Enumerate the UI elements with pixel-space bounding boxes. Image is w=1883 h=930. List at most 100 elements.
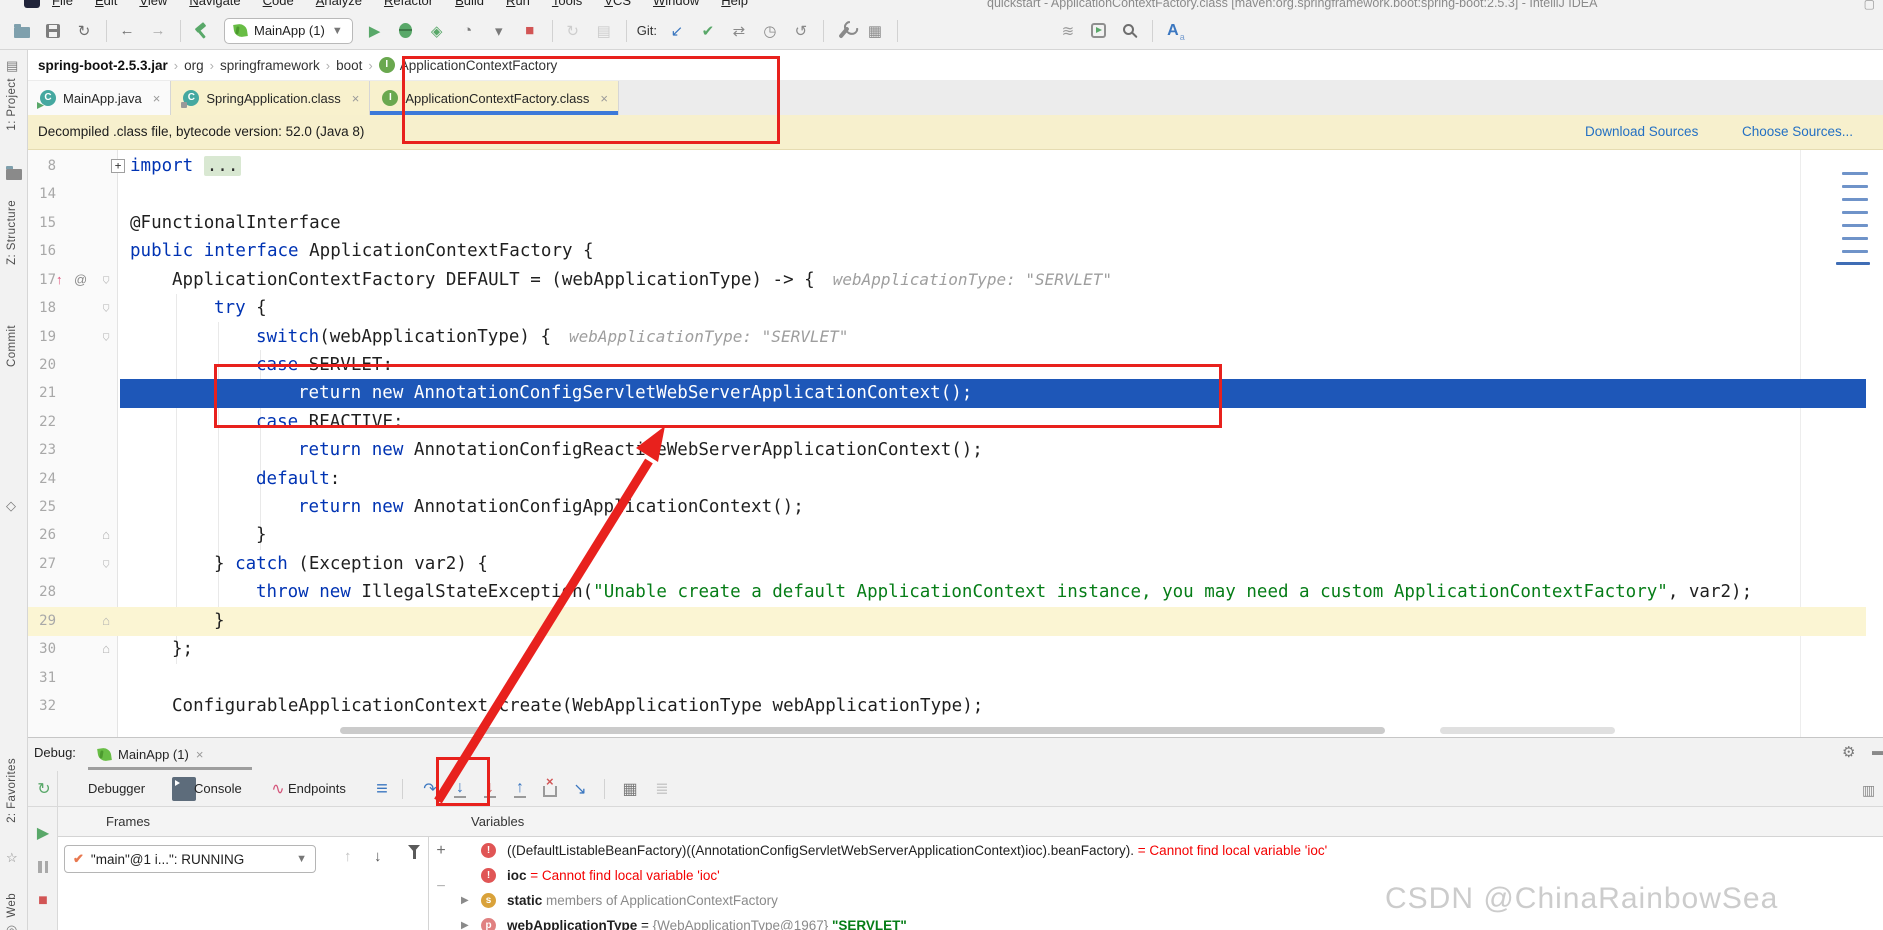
menu-item-navigate[interactable]: Navigate [189,0,240,11]
step-into-icon-button[interactable]: ↓ [448,777,472,801]
stripe-item-structure[interactable]: Z: Structure [6,200,18,265]
menu-item-run[interactable]: Run [506,0,530,11]
menu-item-refactor[interactable]: Refactor [384,0,433,11]
run-to-cursor-icon[interactable]: ↘ [573,779,586,799]
profiler-icon[interactable]: ◔ [463,22,472,39]
step-over-icon[interactable]: ↷ [423,779,436,799]
commit-tool-icon[interactable]: ◇ [6,498,16,514]
expand-arrow-icon[interactable]: ▶ [461,913,469,930]
step-out-icon[interactable]: ↑ [514,779,526,798]
wrench-icon-button[interactable] [832,19,856,43]
stop-icon[interactable]: ■ [525,22,534,39]
debug-icon[interactable] [399,23,413,38]
breadcrumb-item-boot[interactable]: boot [336,58,362,73]
menu-item-help[interactable]: Help [721,0,748,11]
menu-item-tools[interactable]: Tools [552,0,582,11]
coverage-icon[interactable]: ◈ [431,22,443,40]
update-project-icon[interactable]: ↙ [671,22,684,40]
favorites-star-icon[interactable]: ☆ [6,850,18,866]
next-frame-icon[interactable]: ↓ [374,848,382,865]
hot-swap-icon-button[interactable]: ▤ [592,19,616,43]
force-step-into-icon[interactable]: ↓ [484,779,496,798]
menu-item-edit[interactable]: Edit [95,0,117,11]
add-watch-icon[interactable]: + [432,842,450,860]
menu-item-analyze[interactable]: Analyze [316,0,362,11]
step-over-icon-button[interactable]: ↷ [418,777,442,801]
tab-springapplication-class[interactable]: C SpringApplication.class × [171,81,371,115]
remove-watch-icon[interactable]: − [432,878,450,896]
commit-icon-button[interactable]: ✔ [696,19,720,43]
breadcrumb-item-applicationcontextfactory[interactable]: I ApplicationContextFactory [378,57,557,73]
download-sources-link[interactable]: Download Sources [1585,124,1698,139]
tab-mainapp-java[interactable]: C MainApp.java × [28,81,172,115]
drop-frame-icon[interactable] [543,774,557,797]
web-icon[interactable]: ◎ [6,922,17,930]
hot-swap-icon[interactable]: ▤ [597,22,611,40]
menu-item-file[interactable]: File [52,0,73,11]
build-hammer-icon-button[interactable] [189,19,213,43]
force-step-into-icon-button[interactable]: ↓ [478,777,502,801]
endpoints-icon[interactable]: ∿ [266,777,290,801]
menu-item-view[interactable]: View [139,0,167,11]
previous-frame-icon[interactable]: ↑ [344,848,352,865]
coverage-icon-button[interactable]: ◈ [425,19,449,43]
commit-icon[interactable]: ✔ [702,22,715,40]
profiler-dropdown-icon[interactable]: ▾ [495,22,503,40]
open-folder-icon-button[interactable] [10,19,34,43]
filter-frames-icon[interactable] [408,845,420,859]
activity-icon-button[interactable]: ≋ [1056,19,1080,43]
menu-item-window[interactable]: Window [653,0,699,11]
run-icon-button[interactable]: ▶ [363,19,387,43]
search-everywhere-icon-button[interactable] [1118,19,1142,43]
tab-applicationcontextfactory-class[interactable]: I ApplicationContextFactory.class × [370,81,619,115]
resume-icon[interactable]: ▶ [37,823,49,843]
choose-sources-link[interactable]: Choose Sources... [1742,124,1853,139]
profiler-icon-button[interactable]: ◔ [456,19,480,43]
translate-icon[interactable]: A [1167,22,1184,42]
stop-icon-button[interactable]: ■ [518,19,542,43]
search-everywhere-icon[interactable] [1122,23,1134,35]
debug-session-tab[interactable]: MainApp (1) × [90,741,211,767]
forward-icon-button[interactable]: → [146,19,170,43]
history-icon-button[interactable]: ◷ [758,19,782,43]
services-icon-button[interactable] [1087,19,1111,43]
fold-marker-icon[interactable]: ⌂ [99,323,113,351]
breadcrumb-item-spring-boot-2-5-3-jar[interactable]: spring-boot-2.5.3.jar [38,58,168,73]
close-icon[interactable]: × [196,747,204,762]
run-configuration-select[interactable]: MainApp (1) ▼ [224,17,353,44]
compare-icon-button[interactable]: ⇄ [727,19,751,43]
evaluate-expression-icon[interactable]: ▦ [622,779,637,799]
step-out-icon-button[interactable]: ↑ [508,777,532,801]
hide-panel-icon[interactable]: ▬ [1872,743,1883,758]
close-icon[interactable]: × [600,91,608,106]
gutter-at-icon[interactable]: @ [74,266,87,294]
rollback-icon[interactable]: ↺ [795,22,808,40]
evaluate-expression-icon-button[interactable]: ▦ [618,777,642,801]
stop-icon[interactable]: ■ [38,892,48,910]
thread-selector[interactable]: ✔ "main"@1 i...": RUNNING ▼ [64,845,316,873]
horizontal-scrollbar-2[interactable] [1440,727,1615,734]
menu-item-code[interactable]: Code [263,0,294,11]
window-icon[interactable]: ▢ [1864,0,1875,12]
sync-icon[interactable]: ↻ [78,22,91,40]
save-all-icon[interactable] [46,23,60,38]
project-structure-icon[interactable]: ▦ [868,22,882,40]
fold-marker-icon[interactable]: ⌂ [99,607,113,635]
services-icon[interactable] [1091,23,1107,38]
forward-icon[interactable]: → [151,22,166,39]
variable-row[interactable]: ! ((DefaultListableBeanFactory)((Annotati… [429,838,1883,863]
debug-view-tab-endpoints[interactable]: Endpoints [288,771,346,806]
project-structure-icon-button[interactable]: ▦ [863,19,887,43]
fold-marker-icon[interactable]: ⌂ [99,521,113,549]
activity-icon[interactable]: ≋ [1062,22,1075,40]
profiler-dropdown-icon-button[interactable]: ▾ [487,19,511,43]
stripe-item-commit[interactable]: Commit [6,325,18,367]
debug-icon-button[interactable] [394,19,418,43]
expand-arrow-icon[interactable]: ▶ [461,888,469,913]
settings-layout-icon-button[interactable]: ≣ [650,777,674,801]
debug-view-tab-console[interactable]: Console [194,771,242,806]
back-icon-button[interactable]: ← [115,19,139,43]
close-icon[interactable]: × [153,91,161,106]
rollback-icon-button[interactable]: ↺ [789,19,813,43]
gutter-override-icon[interactable]: ↑ [56,266,63,294]
